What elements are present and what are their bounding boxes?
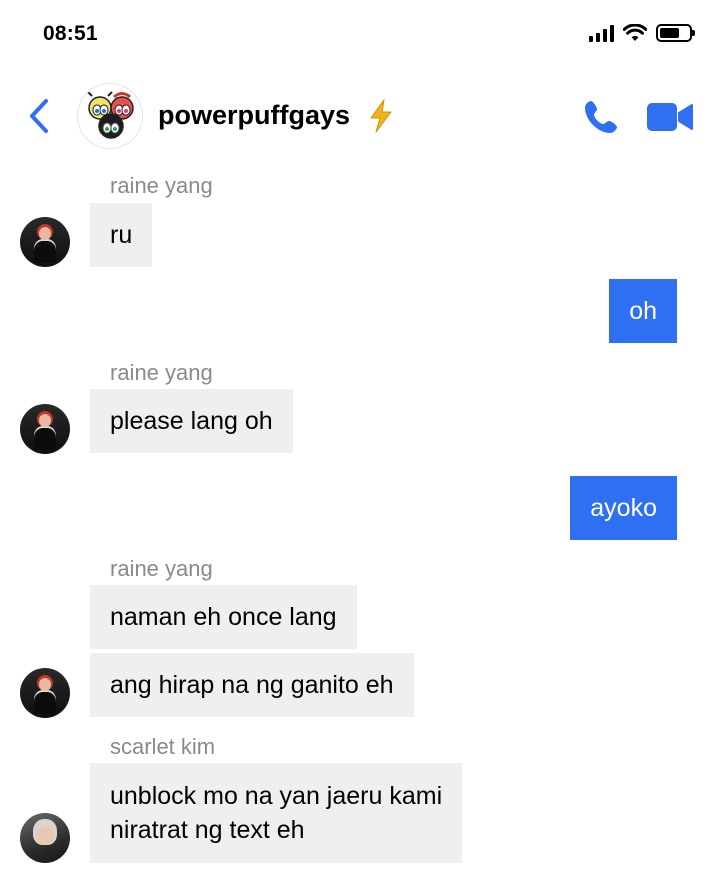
cellular-signal-icon [589,24,614,42]
incoming-message-bubble[interactable]: naman eh once lang [90,585,357,649]
incoming-message-bubble[interactable]: please lang oh [90,389,293,453]
avatar[interactable] [20,217,70,267]
message-text: ru [110,221,133,249]
sender-name: scarlet kim [110,734,216,759]
incoming-message-bubble[interactable]: unblock mo na yan jaeru kami niratrat ng… [90,763,463,863]
message-text-line: niratrat ng text eh [110,816,305,844]
group-name[interactable]: powerpuffgays [158,100,350,131]
status-time: 08:51 [43,22,98,45]
avatar[interactable] [20,668,70,718]
back-button[interactable] [22,94,56,138]
outgoing-message-bubble[interactable]: oh [609,279,677,343]
incoming-message-bubble[interactable]: ang hirap na ng ganito eh [90,653,414,717]
incoming-message-bubble[interactable]: ru [90,203,153,267]
sender-name: raine yang [110,556,213,581]
message-text-line: unblock mo na yan jaeru kami [110,782,443,810]
status-icons [589,24,695,42]
avatar[interactable] [20,404,70,454]
video-camera-icon [647,103,693,131]
battery-icon [656,24,695,42]
voice-call-button[interactable] [582,98,620,136]
sender-name: raine yang [110,173,213,198]
sender-name: raine yang [110,360,213,385]
phone-icon [585,101,617,133]
outgoing-message-bubble[interactable]: ayoko [570,476,677,540]
message-text: ang hirap na ng ganito eh [110,671,394,699]
video-call-button[interactable] [646,100,694,134]
message-text: naman eh once lang [110,603,337,631]
group-avatar[interactable] [77,83,143,149]
message-text: please lang oh [110,407,273,435]
wifi-icon [623,24,647,41]
back-chevron-icon [30,99,48,133]
avatar[interactable] [20,813,70,863]
message-text: oh [629,297,657,325]
powerpuff-girls-avatar-icon [87,91,134,139]
message-text: ayoko [590,494,657,522]
lightning-bolt-icon [370,99,392,133]
